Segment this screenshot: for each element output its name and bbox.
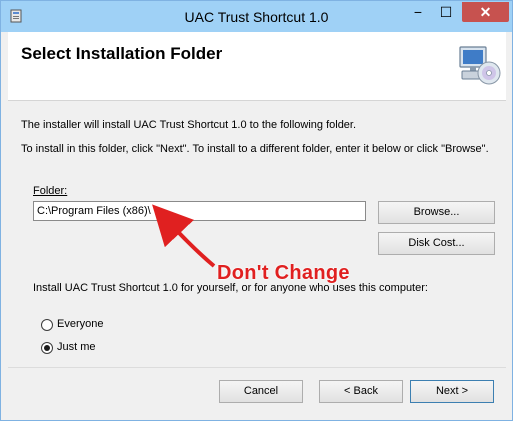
cancel-button[interactable]: Cancel xyxy=(219,380,303,403)
maximize-button[interactable]: ☐ xyxy=(433,2,459,22)
intro-text: The installer will install UAC Trust Sho… xyxy=(21,119,357,131)
browse-button[interactable]: Browse... xyxy=(378,201,495,224)
everyone-radio[interactable] xyxy=(41,319,53,331)
title-bar: UAC Trust Shortcut 1.0 − ☐ ✕ xyxy=(1,1,512,32)
everyone-label[interactable]: Everyone xyxy=(57,318,103,330)
dont-change-annotation: Don't Change xyxy=(217,262,350,284)
page-title: Select Installation Folder xyxy=(21,44,223,63)
minimize-button[interactable]: − xyxy=(405,2,431,22)
next-button[interactable]: Next > xyxy=(410,380,494,403)
disk-cost-button[interactable]: Disk Cost... xyxy=(378,232,495,255)
back-button[interactable]: < Back xyxy=(319,380,403,403)
instructions-text: To install in this folder, click "Next".… xyxy=(21,143,489,155)
folder-label: Folder: xyxy=(33,185,67,197)
installer-window: UAC Trust Shortcut 1.0 − ☐ ✕ Select Inst… xyxy=(0,0,513,421)
computer-cd-icon xyxy=(459,46,501,85)
header-banner: Select Installation Folder xyxy=(8,32,506,101)
just-me-label[interactable]: Just me xyxy=(57,341,96,353)
folder-path-input[interactable]: C:\Program Files (x86)\ xyxy=(33,201,366,221)
close-button[interactable]: ✕ xyxy=(462,2,509,22)
just-me-radio[interactable] xyxy=(41,342,53,354)
folder-label-text: Folder: xyxy=(33,185,68,197)
